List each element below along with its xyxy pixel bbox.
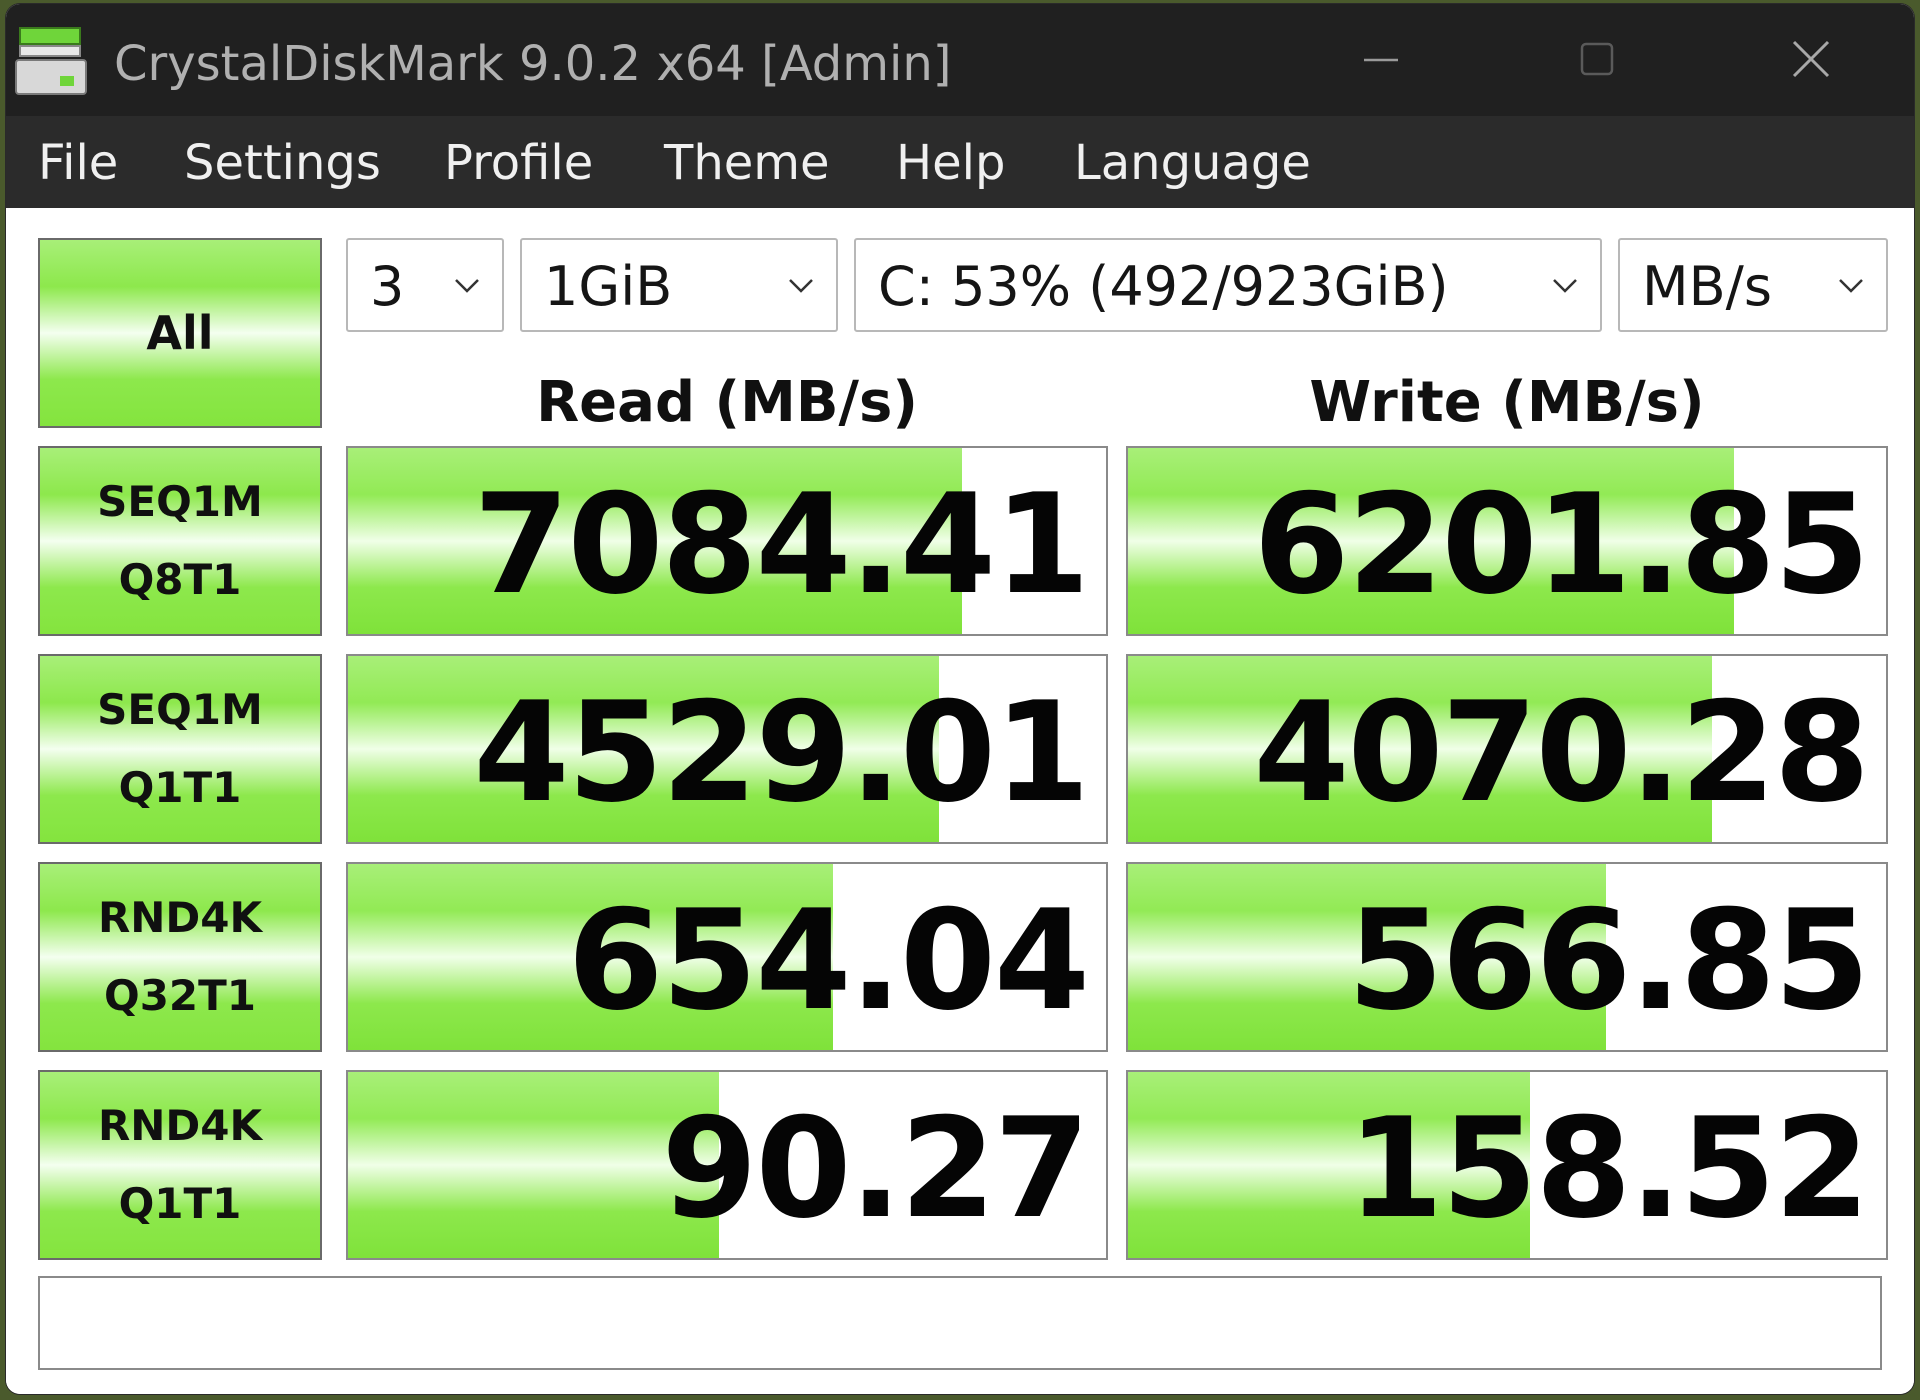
unit-value: MB/s bbox=[1642, 255, 1772, 318]
test-count-select[interactable]: 3 bbox=[346, 238, 504, 332]
write-header: Write (MB/s) bbox=[1309, 370, 1705, 435]
result-value: 90.27 bbox=[661, 1088, 1090, 1249]
test-button-row4[interactable]: RND4K Q1T1 bbox=[38, 1070, 322, 1260]
drive-value: C: 53% (492/923GiB) bbox=[878, 255, 1449, 318]
main-panel: All 3 1GiB C: 53% (492/923GiB) MB/s Read… bbox=[6, 208, 1914, 1394]
menu-language[interactable]: Language bbox=[1074, 134, 1311, 192]
menu-file[interactable]: File bbox=[38, 134, 118, 192]
test-name: RND4K bbox=[97, 893, 263, 942]
app-window: CrystalDiskMark 9.0.2 x64 [Admin] File S… bbox=[6, 4, 1914, 1394]
test-size-value: 1GiB bbox=[544, 255, 673, 318]
test-button-row3[interactable]: RND4K Q32T1 bbox=[38, 862, 322, 1052]
close-icon[interactable] bbox=[1776, 28, 1846, 92]
menu-profile[interactable]: Profile bbox=[444, 134, 593, 192]
test-name: SEQ1M bbox=[97, 477, 263, 526]
test-size-select[interactable]: 1GiB bbox=[520, 238, 838, 332]
test-name: SEQ1M bbox=[97, 685, 263, 734]
test-params: Q8T1 bbox=[118, 555, 242, 604]
test-button-row2[interactable]: SEQ1M Q1T1 bbox=[38, 654, 322, 844]
test-name: RND4K bbox=[97, 1101, 263, 1150]
test-params: Q32T1 bbox=[103, 971, 257, 1020]
menu-help[interactable]: Help bbox=[896, 134, 1005, 192]
run-all-button[interactable]: All bbox=[38, 238, 322, 428]
write-result-row3: 566.85 bbox=[1126, 862, 1888, 1052]
unit-select[interactable]: MB/s bbox=[1618, 238, 1888, 332]
result-value: 6201.85 bbox=[1253, 464, 1870, 625]
run-all-label: All bbox=[146, 306, 214, 360]
result-value: 4529.01 bbox=[473, 672, 1090, 833]
title-bar[interactable]: CrystalDiskMark 9.0.2 x64 [Admin] bbox=[6, 4, 1914, 116]
chevron-down-icon bbox=[1839, 279, 1863, 293]
menu-theme[interactable]: Theme bbox=[664, 134, 830, 192]
test-params: Q1T1 bbox=[118, 763, 242, 812]
maximize-icon[interactable] bbox=[1562, 28, 1632, 92]
read-header: Read (MB/s) bbox=[536, 370, 918, 435]
read-result-row3: 654.04 bbox=[346, 862, 1108, 1052]
result-value: 4070.28 bbox=[1253, 672, 1870, 833]
test-count-value: 3 bbox=[370, 255, 405, 318]
test-params: Q1T1 bbox=[118, 1179, 242, 1228]
chevron-down-icon bbox=[1553, 279, 1577, 293]
menu-bar: File Settings Profile Theme Help Languag… bbox=[6, 116, 1914, 208]
comment-field[interactable] bbox=[38, 1276, 1882, 1370]
menu-settings[interactable]: Settings bbox=[184, 134, 381, 192]
read-result-row2: 4529.01 bbox=[346, 654, 1108, 844]
test-button-row1[interactable]: SEQ1M Q8T1 bbox=[38, 446, 322, 636]
read-result-row1: 7084.41 bbox=[346, 446, 1108, 636]
disk-app-icon bbox=[15, 27, 87, 95]
result-value: 158.52 bbox=[1347, 1088, 1870, 1249]
write-result-row4: 158.52 bbox=[1126, 1070, 1888, 1260]
result-value: 566.85 bbox=[1347, 880, 1870, 1041]
chevron-down-icon bbox=[789, 279, 813, 293]
write-result-row2: 4070.28 bbox=[1126, 654, 1888, 844]
drive-select[interactable]: C: 53% (492/923GiB) bbox=[854, 238, 1602, 332]
chevron-down-icon bbox=[455, 279, 479, 293]
minimize-icon[interactable] bbox=[1346, 28, 1416, 92]
result-value: 654.04 bbox=[567, 880, 1090, 1041]
window-title: CrystalDiskMark 9.0.2 x64 [Admin] bbox=[114, 36, 952, 92]
result-value: 7084.41 bbox=[473, 464, 1090, 625]
write-result-row1: 6201.85 bbox=[1126, 446, 1888, 636]
read-result-row4: 90.27 bbox=[346, 1070, 1108, 1260]
